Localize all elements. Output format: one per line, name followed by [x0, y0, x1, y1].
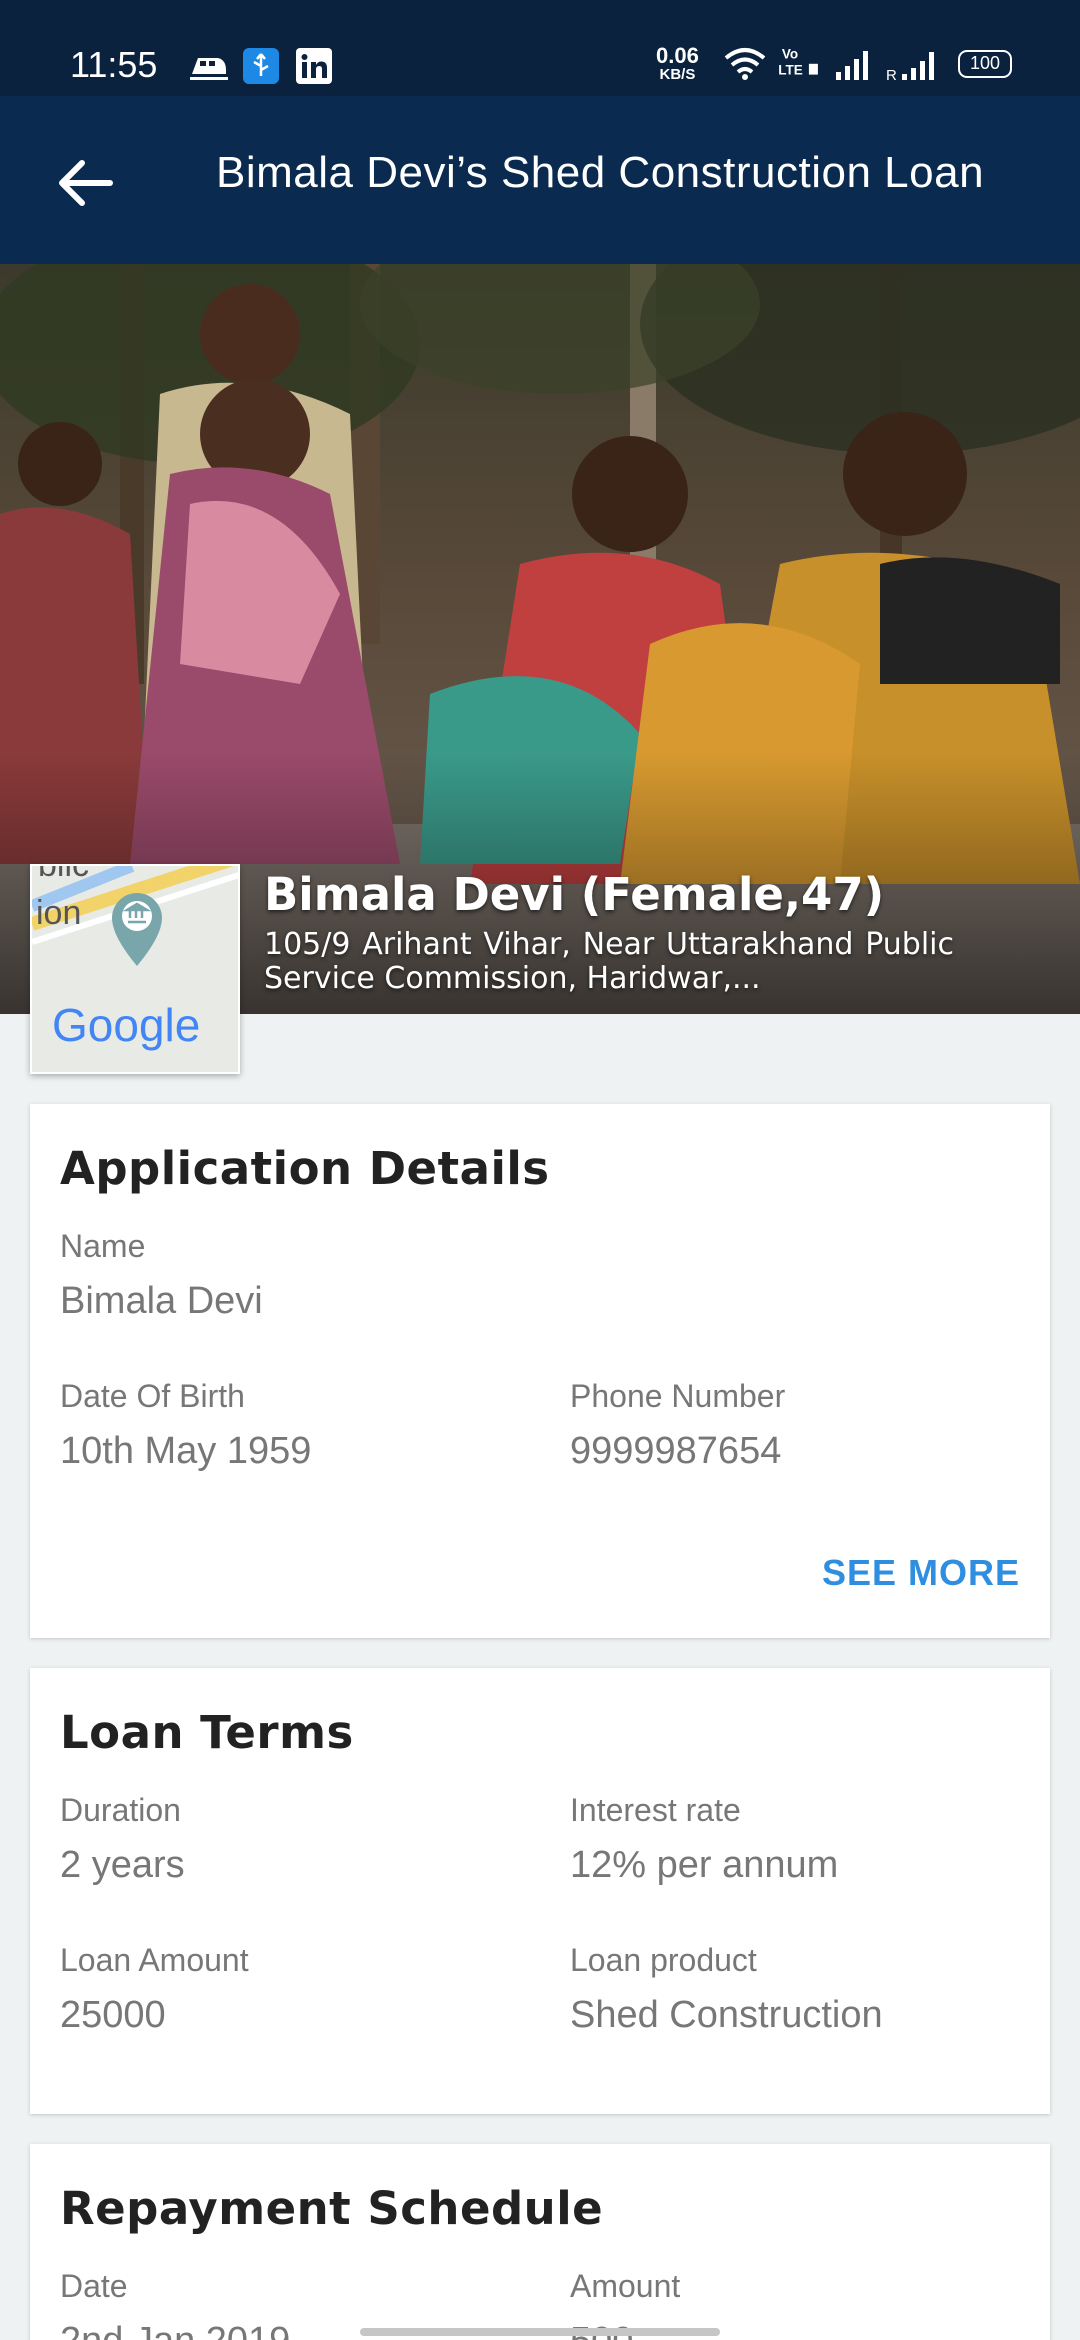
loan-product-label: Loan product [570, 1942, 757, 1978]
status-time: 11:55 [70, 44, 158, 85]
interest-value: 12% per annum [570, 1844, 839, 1886]
battery-icon: 100 [958, 50, 1012, 78]
card-title: Repayment Schedule [60, 2182, 604, 2235]
date-column-label: Date [60, 2268, 128, 2304]
duration-value: 2 years [60, 1844, 185, 1886]
map-label-top: blic [38, 866, 89, 884]
scroll-indicator[interactable] [360, 2328, 720, 2336]
name-value: Bimala Devi [60, 1280, 263, 1322]
applicant-address: 105/9 Arihant Vihar, Near Uttarakhand Pu… [264, 927, 954, 996]
dob-label: Date Of Birth [60, 1378, 245, 1414]
status-bar: 11:55 0.06 KB/S Vo LTE R 100 [0, 0, 1080, 96]
net-speed: 0.06 KB/S [656, 43, 699, 83]
signal-icon [836, 51, 868, 80]
map-label-mid: ion [36, 894, 81, 932]
phone-value: 9999987654 [570, 1430, 782, 1472]
phone-label: Phone Number [570, 1378, 786, 1414]
interest-label: Interest rate [570, 1792, 741, 1828]
svg-text:Vo: Vo [782, 46, 798, 61]
loan-product-value: Shed Construction [570, 1994, 883, 2036]
loan-terms-card: Loan Terms Duration 2 years Interest rat… [30, 1668, 1050, 2114]
loan-amount-label: Loan Amount [60, 1942, 249, 1978]
repayment-schedule-card: Repayment Schedule Date Amount 2nd Jan 2… [30, 2144, 1050, 2340]
usb-icon [243, 48, 279, 84]
signal-roaming-icon: R [886, 52, 934, 84]
see-more-button[interactable]: SEE MORE [822, 1552, 1020, 1594]
svg-text:LTE: LTE [778, 63, 803, 78]
map-thumbnail[interactable]: blic ion Google [30, 864, 240, 1074]
map-image: blic ion Google [32, 866, 238, 1072]
volte-icon: Vo LTE [778, 46, 818, 78]
page-title: Bimala Devi’s Shed Construction Loan [216, 148, 985, 197]
dob-value: 10th May 1959 [60, 1430, 312, 1472]
amount-column-label: Amount [570, 2268, 681, 2304]
card-title: Application Details [60, 1142, 550, 1195]
loan-amount-value: 25000 [60, 1994, 166, 2036]
app-bar: Bimala Devi’s Shed Construction Loan [0, 96, 1080, 264]
application-details-card: Application Details Name Bimala Devi Dat… [30, 1104, 1050, 1638]
card-title: Loan Terms [60, 1706, 354, 1759]
svg-text:R: R [886, 67, 897, 84]
wifi-icon [724, 48, 766, 80]
back-arrow-icon[interactable] [50, 148, 120, 218]
schedule-date-value: 2nd Jan 2019 [60, 2320, 290, 2340]
applicant-name-line: Bimala Devi (Female,47) [264, 868, 885, 921]
duration-label: Duration [60, 1792, 181, 1828]
map-logo: Google [52, 999, 200, 1051]
linkedin-icon [296, 48, 332, 84]
name-label: Name [60, 1228, 146, 1264]
train-icon [190, 58, 228, 80]
